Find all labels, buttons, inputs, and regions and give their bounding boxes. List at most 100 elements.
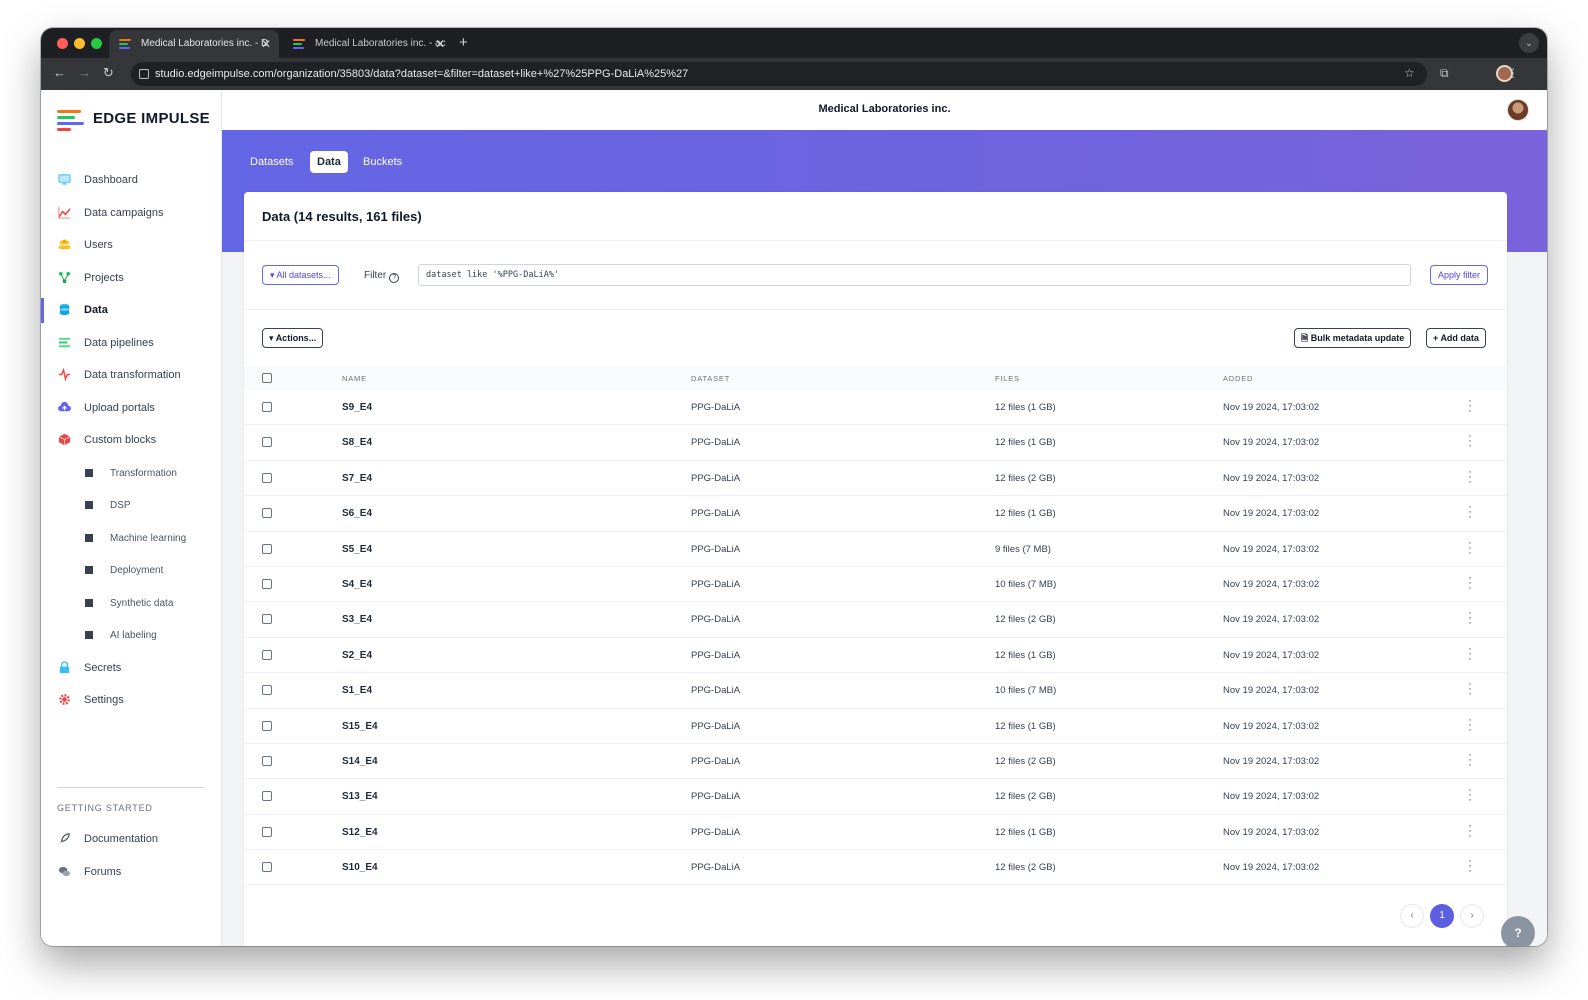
column-header-dataset[interactable]: DATASET: [691, 374, 730, 383]
column-header-files[interactable]: FILES: [995, 374, 1020, 383]
row-checkbox[interactable]: [262, 755, 272, 766]
sidebar-item-dashboard[interactable]: Dashboard: [41, 164, 221, 197]
sidebar-item-data-transformation[interactable]: Data transformation: [41, 359, 221, 392]
all-datasets-dropdown[interactable]: ▾ All datasets...: [262, 265, 339, 285]
sidebar-subitem-machine-learning[interactable]: Machine learning: [41, 522, 221, 555]
row-checkbox[interactable]: [262, 862, 272, 873]
table-row[interactable]: S8_E4 PPG-DaLiA 12 files (1 GB) Nov 19 2…: [244, 425, 1507, 461]
table-row[interactable]: S10_E4 PPG-DaLiA 12 files (2 GB) Nov 19 …: [244, 850, 1507, 886]
site-settings-icon[interactable]: [139, 69, 149, 79]
bookmark-star-icon[interactable]: ☆: [1404, 66, 1415, 80]
row-name[interactable]: S6_E4: [342, 508, 372, 519]
more-vertical-icon[interactable]: · · ·: [1467, 396, 1473, 417]
browser-menu-icon[interactable]: ⋮: [1507, 66, 1519, 80]
close-tab-icon[interactable]: ✕: [261, 30, 271, 58]
sidebar-subitem-deployment[interactable]: Deployment: [41, 554, 221, 587]
more-vertical-icon[interactable]: · · ·: [1467, 679, 1473, 700]
row-name[interactable]: S12_E4: [342, 827, 378, 838]
table-row[interactable]: S13_E4 PPG-DaLiA 12 files (2 GB) Nov 19 …: [244, 779, 1507, 815]
tab-search-icon[interactable]: ⌄: [1519, 33, 1539, 53]
sidebar-item-settings[interactable]: Settings: [41, 684, 221, 717]
select-all-checkbox[interactable]: [262, 373, 272, 383]
sidebar-item-projects[interactable]: Projects: [41, 262, 221, 295]
tab-data[interactable]: Data: [310, 151, 348, 173]
sidebar-item-data-pipelines[interactable]: Data pipelines: [41, 327, 221, 360]
help-circle-icon[interactable]: ?: [389, 273, 400, 283]
sidebar-subitem-dsp[interactable]: DSP: [41, 489, 221, 522]
row-checkbox[interactable]: [262, 614, 272, 625]
row-name[interactable]: S1_E4: [342, 685, 372, 696]
sidebar-subitem-transformation[interactable]: Transformation: [41, 457, 221, 490]
filter-input[interactable]: dataset like '%PPG-DaLiA%': [418, 264, 1411, 286]
sidebar-item-data-campaigns[interactable]: Data campaigns: [41, 197, 221, 230]
browser-tab-active[interactable]: Medical Laboratories inc. - D ✕: [109, 30, 279, 58]
previous-page-button[interactable]: ‹: [1400, 904, 1424, 928]
table-row[interactable]: S7_E4 PPG-DaLiA 12 files (2 GB) Nov 19 2…: [244, 461, 1507, 497]
extensions-icon[interactable]: ⧉: [1440, 66, 1449, 81]
bulk-metadata-update-button[interactable]: 🗎 Bulk metadata update: [1294, 328, 1412, 348]
row-name[interactable]: S13_E4: [342, 791, 378, 802]
row-name[interactable]: S8_E4: [342, 437, 372, 448]
tab-buckets[interactable]: Buckets: [356, 151, 409, 173]
add-data-button[interactable]: + Add data: [1426, 328, 1486, 348]
sidebar-item-forums[interactable]: Forums: [41, 856, 221, 889]
maximize-window-button[interactable]: [91, 38, 102, 49]
next-page-button[interactable]: ›: [1460, 904, 1484, 928]
row-checkbox[interactable]: [262, 791, 272, 802]
more-vertical-icon[interactable]: · · ·: [1467, 572, 1473, 593]
help-button[interactable]: ?: [1501, 916, 1535, 946]
user-avatar[interactable]: [1507, 99, 1529, 121]
more-vertical-icon[interactable]: · · ·: [1467, 608, 1473, 629]
table-row[interactable]: S12_E4 PPG-DaLiA 12 files (1 GB) Nov 19 …: [244, 815, 1507, 851]
more-vertical-icon[interactable]: · · ·: [1467, 466, 1473, 487]
row-checkbox[interactable]: [262, 543, 272, 554]
table-row[interactable]: S1_E4 PPG-DaLiA 10 files (7 MB) Nov 19 2…: [244, 673, 1507, 709]
table-row[interactable]: S4_E4 PPG-DaLiA 10 files (7 MB) Nov 19 2…: [244, 567, 1507, 603]
more-vertical-icon[interactable]: · · ·: [1467, 714, 1473, 735]
more-vertical-icon[interactable]: · · ·: [1467, 856, 1473, 877]
sidebar-item-documentation[interactable]: Documentation: [41, 823, 221, 856]
sidebar-item-users[interactable]: Users: [41, 229, 221, 262]
more-vertical-icon[interactable]: · · ·: [1467, 643, 1473, 664]
row-checkbox[interactable]: [262, 649, 272, 660]
more-vertical-icon[interactable]: · · ·: [1467, 749, 1473, 770]
address-bar[interactable]: studio.edgeimpulse.com/organization/3580…: [131, 62, 1427, 86]
more-vertical-icon[interactable]: · · ·: [1467, 785, 1473, 806]
more-vertical-icon[interactable]: · · ·: [1467, 820, 1473, 841]
row-checkbox[interactable]: [262, 720, 272, 731]
more-vertical-icon[interactable]: · · ·: [1467, 537, 1473, 558]
more-vertical-icon[interactable]: · · ·: [1467, 431, 1473, 452]
column-header-name[interactable]: NAME: [342, 374, 367, 383]
table-row[interactable]: S3_E4 PPG-DaLiA 12 files (2 GB) Nov 19 2…: [244, 602, 1507, 638]
column-header-added[interactable]: ADDED: [1223, 374, 1253, 383]
row-checkbox[interactable]: [262, 402, 272, 412]
row-checkbox[interactable]: [262, 685, 272, 696]
row-checkbox[interactable]: [262, 578, 272, 589]
sidebar-subitem-synthetic-data[interactable]: Synthetic data: [41, 587, 221, 620]
sidebar-subitem-ai-labeling[interactable]: AI labeling: [41, 619, 221, 652]
apply-filter-button[interactable]: Apply filter: [1430, 265, 1489, 285]
row-checkbox[interactable]: [262, 826, 272, 837]
table-row[interactable]: S6_E4 PPG-DaLiA 12 files (1 GB) Nov 19 2…: [244, 496, 1507, 532]
row-checkbox[interactable]: [262, 472, 272, 483]
row-name[interactable]: S14_E4: [342, 756, 378, 767]
row-name[interactable]: S15_E4: [342, 721, 378, 732]
table-row[interactable]: S15_E4 PPG-DaLiA 12 files (1 GB) Nov 19 …: [244, 709, 1507, 744]
row-name[interactable]: S5_E4: [342, 544, 372, 555]
new-tab-icon[interactable]: +: [459, 34, 468, 51]
tab-datasets[interactable]: Datasets: [243, 151, 300, 173]
browser-tab[interactable]: Medical Laboratories inc. - ac ✕: [283, 30, 453, 58]
table-row[interactable]: S9_E4 PPG-DaLiA 12 files (1 GB) Nov 19 2…: [244, 390, 1507, 426]
table-row[interactable]: S14_E4 PPG-DaLiA 12 files (2 GB) Nov 19 …: [244, 744, 1507, 780]
table-row[interactable]: S2_E4 PPG-DaLiA 12 files (1 GB) Nov 19 2…: [244, 638, 1507, 674]
table-row[interactable]: S5_E4 PPG-DaLiA 9 files (7 MB) Nov 19 20…: [244, 532, 1507, 567]
actions-dropdown[interactable]: ▾ Actions...: [262, 328, 324, 348]
close-window-button[interactable]: [57, 38, 68, 49]
row-name[interactable]: S9_E4: [342, 402, 372, 413]
reload-icon[interactable]: ↻: [103, 65, 114, 81]
close-tab-icon[interactable]: ✕: [435, 30, 445, 58]
forward-icon[interactable]: →: [78, 65, 91, 80]
row-name[interactable]: S3_E4: [342, 614, 372, 625]
sidebar-item-secrets[interactable]: Secrets: [41, 652, 221, 685]
sidebar-item-custom-blocks[interactable]: Custom blocks: [41, 424, 221, 457]
